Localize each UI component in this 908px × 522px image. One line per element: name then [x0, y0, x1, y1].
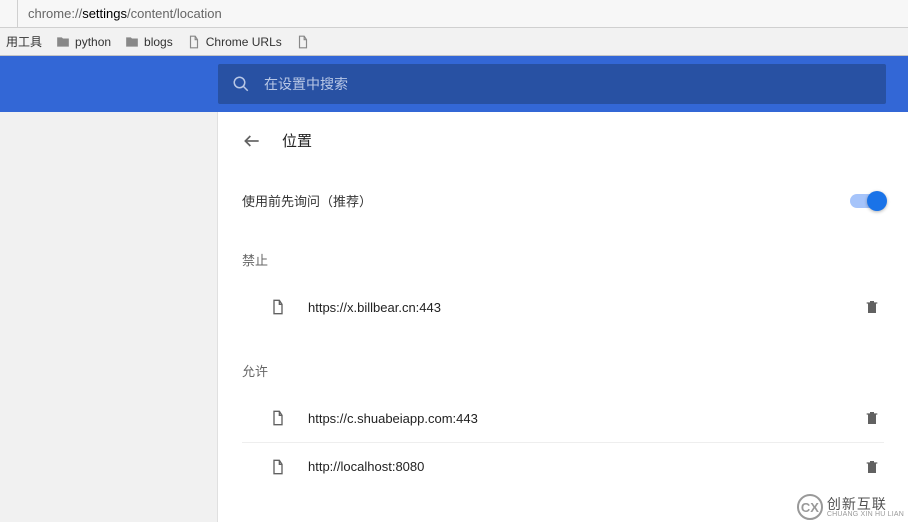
title-row: 位置 [242, 130, 884, 151]
url-prefix: chrome:// [28, 6, 82, 21]
site-url: https://x.billbear.cn:443 [308, 300, 864, 315]
block-section: 禁止 https://x.billbear.cn:443 [242, 250, 884, 331]
bookmark-label: blogs [144, 35, 173, 49]
ask-toggle[interactable] [850, 194, 884, 208]
bookmarks-bar: 用工具 python blogs Chrome URLs [0, 28, 908, 56]
toggle-knob [867, 191, 887, 211]
url-host: settings [82, 6, 127, 21]
file-icon [270, 459, 286, 475]
bookmark-item-tools[interactable]: 用工具 [6, 33, 42, 50]
bookmark-item-chrome-urls[interactable]: Chrome URLs [187, 35, 282, 49]
ask-before-row[interactable]: 使用前先询问（推荐） [242, 191, 884, 210]
address-bar: chrome://settings/content/location [0, 0, 908, 28]
watermark-logo-icon: CX [797, 494, 823, 520]
bookmark-item-empty[interactable] [296, 35, 310, 49]
site-url: https://c.shuabeiapp.com:443 [308, 411, 864, 426]
folder-icon [56, 35, 70, 49]
folder-icon [125, 35, 139, 49]
bookmark-item-blogs[interactable]: blogs [125, 35, 173, 49]
site-url: http://localhost:8080 [308, 459, 864, 474]
location-settings-card: 位置 使用前先询问（推荐） 禁止 https://x.billbear.cn:4… [218, 112, 908, 490]
watermark: CX 创新互联 CHUANG XIN HU LIAN [797, 494, 904, 520]
watermark-en: CHUANG XIN HU LIAN [827, 511, 904, 518]
allow-section: 允许 https://c.shuabeiapp.com:443 http://l… [242, 361, 884, 490]
file-icon [296, 35, 310, 49]
file-icon [187, 35, 201, 49]
block-section-label: 禁止 [242, 250, 884, 269]
file-icon [270, 299, 286, 315]
bookmark-item-python[interactable]: python [56, 35, 111, 49]
main-area: 位置 使用前先询问（推荐） 禁止 https://x.billbear.cn:4… [0, 112, 908, 522]
search-icon [232, 75, 250, 93]
settings-search-box[interactable] [218, 64, 886, 104]
url-path: /content/location [127, 6, 222, 21]
file-icon [270, 410, 286, 426]
bookmark-label: Chrome URLs [206, 35, 282, 49]
trash-icon[interactable] [864, 410, 880, 426]
site-row[interactable]: http://localhost:8080 [242, 442, 884, 490]
allow-section-label: 允许 [242, 361, 884, 380]
settings-content: 位置 使用前先询问（推荐） 禁止 https://x.billbear.cn:4… [218, 112, 908, 522]
search-input[interactable] [264, 76, 872, 92]
site-row[interactable]: https://c.shuabeiapp.com:443 [242, 394, 884, 442]
watermark-cn: 创新互联 [827, 497, 904, 511]
back-button[interactable] [242, 131, 262, 151]
settings-header [0, 56, 908, 112]
addr-left-edge [8, 0, 18, 27]
trash-icon[interactable] [864, 299, 880, 315]
page-title: 位置 [282, 130, 312, 151]
site-row[interactable]: https://x.billbear.cn:443 [242, 283, 884, 331]
bookmark-label: 用工具 [6, 33, 42, 50]
ask-label: 使用前先询问（推荐） [242, 191, 372, 210]
settings-sidebar [0, 112, 218, 522]
url-display[interactable]: chrome://settings/content/location [28, 6, 222, 21]
bookmark-label: python [75, 35, 111, 49]
trash-icon[interactable] [864, 459, 880, 475]
arrow-left-icon [242, 131, 262, 151]
